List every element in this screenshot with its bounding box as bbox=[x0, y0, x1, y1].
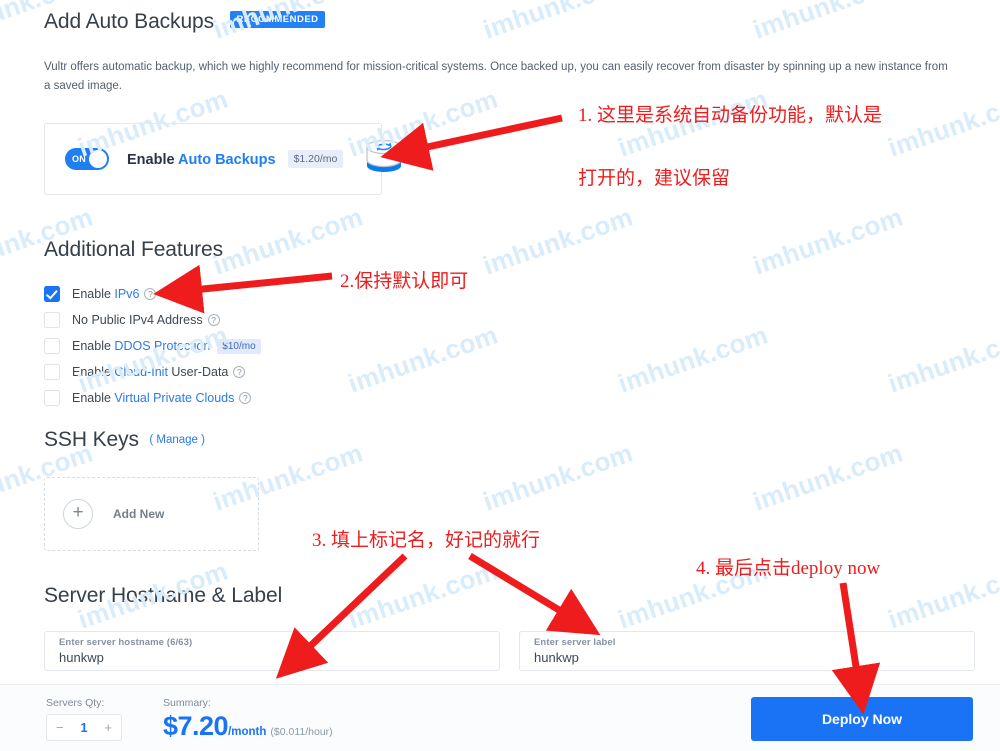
servers-qty-stepper[interactable]: − 1 + bbox=[46, 714, 122, 741]
recommended-badge: RECOMMENDED bbox=[230, 11, 325, 28]
server-hostname-label-title: Server Hostname & Label bbox=[44, 584, 283, 607]
feature-row[interactable]: No Public IPv4 Address? bbox=[44, 307, 261, 333]
summary-bottom-bar: Servers Qty: − 1 + Summary: $7.20/month(… bbox=[0, 684, 1000, 751]
help-icon[interactable]: ? bbox=[233, 366, 246, 378]
feature-label-prefix: No Public IPv4 Address bbox=[72, 313, 203, 327]
feature-label-highlight: IPv6 bbox=[114, 287, 140, 301]
server-hostname-input-label: Enter server hostname (6/63) bbox=[59, 637, 193, 648]
server-label-input-label: Enter server label bbox=[534, 637, 616, 648]
feature-label: Enable Cloud-Init User-Data? bbox=[72, 365, 246, 379]
auto-backups-toggle[interactable]: ON bbox=[65, 148, 109, 170]
additional-features-title: Additional Features bbox=[44, 238, 224, 261]
servers-qty-value: 1 bbox=[80, 720, 88, 735]
summary-price: $7.20 bbox=[163, 711, 229, 741]
servers-qty-group: Servers Qty: − 1 + bbox=[46, 697, 122, 741]
feature-price-badge: $10/mo bbox=[217, 338, 261, 354]
auto-backups-title: Add Auto Backups bbox=[44, 10, 215, 33]
server-hostname-input-value: hunkwp bbox=[59, 650, 104, 665]
auto-backups-label-prefix: Enable bbox=[127, 152, 175, 168]
feature-label-prefix: Enable bbox=[72, 391, 111, 405]
ssh-keys-heading-row: SSH Keys ( Manage ) bbox=[44, 428, 205, 452]
increment-icon[interactable]: + bbox=[104, 721, 112, 734]
summary-price-hourly: ($0.011/hour) bbox=[270, 726, 333, 738]
toggle-on-label: ON bbox=[72, 154, 87, 164]
feature-label-highlight: Cloud-Init bbox=[114, 365, 168, 379]
deploy-now-button[interactable]: Deploy Now bbox=[751, 697, 973, 741]
feature-row[interactable]: Enable DDOS Protection $10/mo bbox=[44, 333, 261, 359]
backup-disk-icon bbox=[361, 134, 407, 185]
summary-price-row: $7.20/month ($0.011/hour) bbox=[163, 711, 333, 742]
feature-label-highlight: DDOS Protection bbox=[114, 338, 211, 353]
summary-group: Summary: $7.20/month ($0.011/hour) bbox=[163, 697, 333, 742]
help-icon[interactable]: ? bbox=[207, 314, 220, 326]
feature-label-prefix: Enable bbox=[72, 287, 111, 301]
ssh-manage-link[interactable]: ( Manage ) bbox=[149, 434, 205, 446]
feature-row[interactable]: Enable IPv6? bbox=[44, 281, 261, 307]
feature-checkbox[interactable] bbox=[44, 286, 60, 302]
feature-checkbox[interactable] bbox=[44, 338, 60, 354]
server-hostname-input[interactable]: Enter server hostname (6/63) hunkwp bbox=[44, 631, 500, 671]
feature-checkbox[interactable] bbox=[44, 364, 60, 380]
server-label-input[interactable]: Enter server label hunkwp bbox=[519, 631, 975, 671]
plus-icon: + bbox=[63, 499, 93, 529]
ssh-add-new-label: Add New bbox=[113, 507, 165, 521]
auto-backups-description: Vultr offers automatic backup, which we … bbox=[44, 61, 948, 92]
auto-backups-heading-row: Add Auto Backups RECOMMENDED bbox=[44, 10, 325, 34]
enable-auto-backups-card[interactable]: ON Enable Auto Backups $1.20/mo bbox=[44, 123, 402, 195]
feature-label-suffix: User-Data bbox=[171, 365, 229, 379]
summary-caption: Summary: bbox=[163, 697, 211, 709]
feature-label: Enable IPv6? bbox=[72, 287, 157, 301]
ssh-keys-title: SSH Keys bbox=[44, 428, 139, 451]
feature-row[interactable]: Enable Cloud-Init User-Data? bbox=[44, 359, 261, 385]
decrement-icon[interactable]: − bbox=[56, 721, 64, 734]
summary-price-unit: /month bbox=[228, 726, 267, 738]
feature-label-prefix: Enable bbox=[72, 338, 111, 353]
feature-row[interactable]: Enable Virtual Private Clouds? bbox=[44, 385, 261, 411]
feature-label: Enable Virtual Private Clouds? bbox=[72, 391, 252, 405]
feature-checkbox[interactable] bbox=[44, 390, 60, 406]
feature-label: Enable DDOS Protection $10/mo bbox=[72, 338, 261, 354]
servers-qty-caption: Servers Qty: bbox=[46, 697, 105, 709]
feature-checkbox[interactable] bbox=[44, 312, 60, 328]
ssh-add-new-card[interactable]: + Add New bbox=[44, 477, 259, 551]
server-label-input-value: hunkwp bbox=[534, 650, 579, 665]
feature-label-prefix: Enable bbox=[72, 365, 111, 379]
feature-label-highlight: Virtual Private Clouds bbox=[114, 391, 235, 405]
help-icon[interactable]: ? bbox=[239, 392, 252, 404]
help-icon[interactable]: ? bbox=[144, 288, 157, 300]
feature-label: No Public IPv4 Address? bbox=[72, 313, 220, 327]
additional-features-list: Enable IPv6? No Public IPv4 Address? Enabl… bbox=[44, 281, 261, 411]
auto-backups-label-highlight: Auto Backups bbox=[178, 152, 276, 168]
toggle-knob bbox=[89, 150, 107, 168]
auto-backups-price: $1.20/mo bbox=[287, 150, 344, 168]
auto-backups-card-label: Enable Auto Backups $1.20/mo bbox=[127, 150, 344, 168]
instance-configuration-page: Add Auto Backups RECOMMENDED Vultr offer… bbox=[0, 0, 1000, 751]
